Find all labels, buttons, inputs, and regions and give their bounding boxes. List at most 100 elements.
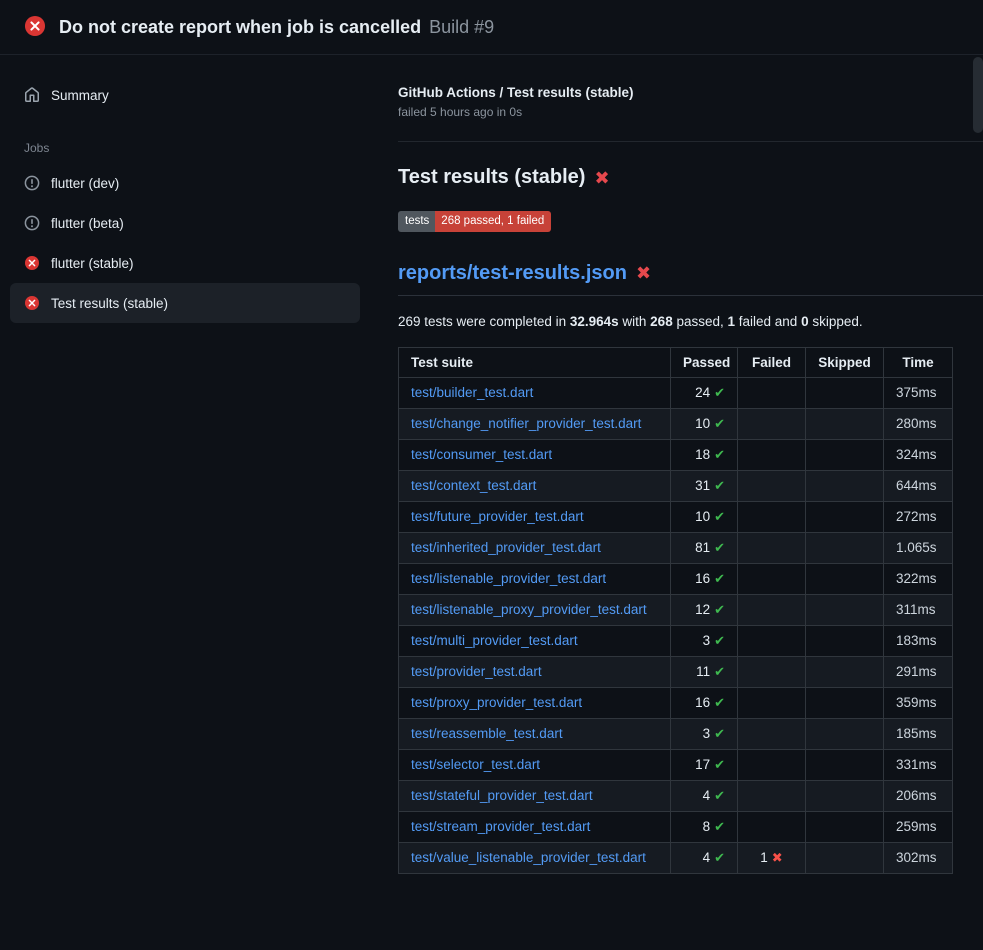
sidebar-item-summary[interactable]: Summary	[10, 75, 360, 115]
table-row: test/change_notifier_provider_test.dart 1…	[399, 408, 953, 439]
table-row: test/listenable_proxy_provider_test.dart…	[399, 594, 953, 625]
jobs-section-label: Jobs	[24, 141, 360, 155]
suite-link[interactable]: test/reassemble_test.dart	[411, 726, 563, 741]
check-icon: ✔	[714, 447, 725, 462]
suite-link[interactable]: test/listenable_provider_test.dart	[411, 571, 606, 586]
passed-cell: 16✔	[671, 687, 738, 718]
check-icon: ✔	[714, 757, 725, 772]
report-link[interactable]: reports/test-results.json	[398, 262, 627, 285]
sidebar-item-flutter-beta[interactable]: flutter (beta)	[10, 203, 360, 243]
results-table-body: test/builder_test.dart24✔375mstest/chang…	[399, 377, 953, 873]
header-passed: Passed	[671, 347, 738, 377]
cross-mark-icon: ✖	[594, 169, 609, 187]
x-circle-fill-icon	[24, 295, 40, 311]
suite-cell: test/stateful_provider_test.dart	[399, 780, 671, 811]
time-cell: 331ms	[884, 749, 953, 780]
skipped-cell	[806, 470, 884, 501]
check-icon: ✔	[714, 819, 725, 834]
sidebar-item-flutter-stable[interactable]: flutter (stable)	[10, 243, 360, 283]
table-row: test/provider_test.dart11✔291ms	[399, 656, 953, 687]
table-row: test/inherited_provider_test.dart81✔1.06…	[399, 532, 953, 563]
scrollbar-thumb[interactable]	[973, 57, 983, 133]
table-header-row: Test suite Passed Failed Skipped Time	[399, 347, 953, 377]
suite-link[interactable]: test/selector_test.dart	[411, 757, 540, 772]
failed-status-icon	[24, 15, 46, 40]
skipped-cell	[806, 439, 884, 470]
suite-cell: test/stream_provider_test.dart	[399, 811, 671, 842]
time-cell: 280ms	[884, 408, 953, 439]
header-failed: Failed	[738, 347, 806, 377]
failed-cell	[738, 749, 806, 780]
build-number: Build #9	[429, 17, 494, 37]
suite-cell: test/listenable_provider_test.dart	[399, 563, 671, 594]
time-cell: 291ms	[884, 656, 953, 687]
time-cell: 185ms	[884, 718, 953, 749]
suite-link[interactable]: test/provider_test.dart	[411, 664, 542, 679]
suite-cell: test/proxy_provider_test.dart	[399, 687, 671, 718]
suite-link[interactable]: test/future_provider_test.dart	[411, 509, 584, 524]
table-row: test/context_test.dart31✔644ms	[399, 470, 953, 501]
x-icon: ✖	[772, 850, 783, 865]
failed-cell	[738, 594, 806, 625]
suite-cell: test/reassemble_test.dart	[399, 718, 671, 749]
main-content: GitHub Actions / Test results (stable) f…	[370, 55, 983, 874]
sidebar-item-flutter-dev[interactable]: flutter (dev)	[10, 163, 360, 203]
exclamation-circle-icon	[24, 215, 40, 231]
passed-cell: 8✔	[671, 811, 738, 842]
time-cell: 322ms	[884, 563, 953, 594]
failed-cell	[738, 563, 806, 594]
header-test-suite: Test suite	[399, 347, 671, 377]
build-header: Do not create report when job is cancell…	[0, 0, 983, 55]
table-row: test/selector_test.dart17✔331ms	[399, 749, 953, 780]
skipped-cell	[806, 656, 884, 687]
suite-link[interactable]: test/proxy_provider_test.dart	[411, 695, 582, 710]
header-skipped: Skipped	[806, 347, 884, 377]
suite-cell: test/provider_test.dart	[399, 656, 671, 687]
suite-cell: test/selector_test.dart	[399, 749, 671, 780]
time-cell: 183ms	[884, 625, 953, 656]
table-row: test/listenable_provider_test.dart16✔322…	[399, 563, 953, 594]
suite-link[interactable]: test/inherited_provider_test.dart	[411, 540, 601, 555]
failed-cell	[738, 811, 806, 842]
sidebar-item-test-results-stable[interactable]: Test results (stable)	[10, 283, 360, 323]
skipped-cell	[806, 377, 884, 408]
suite-cell: test/value_listenable_provider_test.dart	[399, 842, 671, 873]
suite-link[interactable]: test/change_notifier_provider_test.dart	[411, 416, 641, 431]
failed-cell	[738, 625, 806, 656]
suite-link[interactable]: test/context_test.dart	[411, 478, 536, 493]
job-label: flutter (stable)	[51, 256, 134, 271]
table-row: test/stateful_provider_test.dart4✔206ms	[399, 780, 953, 811]
passed-cell: 3✔	[671, 718, 738, 749]
failed-cell	[738, 687, 806, 718]
check-icon: ✔	[714, 633, 725, 648]
check-icon: ✔	[714, 478, 725, 493]
suite-link[interactable]: test/multi_provider_test.dart	[411, 633, 578, 648]
time-cell: 375ms	[884, 377, 953, 408]
passed-cell: 24✔	[671, 377, 738, 408]
suite-link[interactable]: test/stateful_provider_test.dart	[411, 788, 593, 803]
sidebar-summary-label: Summary	[51, 88, 109, 103]
passed-cell: 31✔	[671, 470, 738, 501]
suite-cell: test/inherited_provider_test.dart	[399, 532, 671, 563]
suite-link[interactable]: test/stream_provider_test.dart	[411, 819, 590, 834]
sidebar: Summary Jobs flutter (dev) flutter (beta…	[0, 55, 370, 323]
skipped-cell	[806, 780, 884, 811]
suite-link[interactable]: test/value_listenable_provider_test.dart	[411, 850, 646, 865]
failed-cell	[738, 408, 806, 439]
suite-link[interactable]: test/listenable_proxy_provider_test.dart	[411, 602, 647, 617]
tests-badge: tests268 passed, 1 failed	[398, 211, 551, 232]
time-cell: 206ms	[884, 780, 953, 811]
passed-cell: 4✔	[671, 842, 738, 873]
exclamation-circle-icon	[24, 175, 40, 191]
suite-link[interactable]: test/consumer_test.dart	[411, 447, 552, 462]
report-heading: reports/test-results.json ✖	[398, 262, 983, 296]
passed-cell: 10✔	[671, 408, 738, 439]
section-title: Test results (stable) ✖	[398, 166, 983, 189]
build-title-group: Do not create report when job is cancell…	[59, 17, 494, 38]
summary-line: 269 tests were completed in 32.964s with…	[398, 314, 983, 329]
failed-cell: 1✖	[738, 842, 806, 873]
suite-link[interactable]: test/builder_test.dart	[411, 385, 533, 400]
table-row: test/builder_test.dart 24✔ 375ms	[399, 377, 953, 408]
table-row: test/proxy_provider_test.dart16✔359ms	[399, 687, 953, 718]
table-row: test/future_provider_test.dart10✔272ms	[399, 501, 953, 532]
